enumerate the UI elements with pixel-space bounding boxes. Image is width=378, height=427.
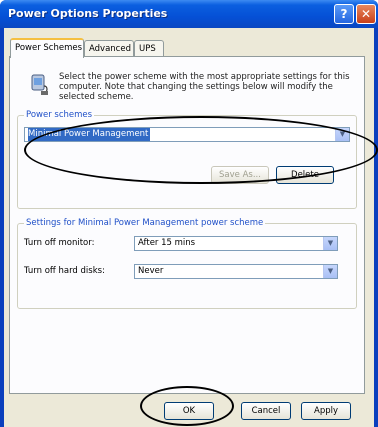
power-schemes-label: Power schemes: [24, 110, 95, 120]
apply-button[interactable]: Apply: [301, 402, 351, 420]
power-schemes-group: Power schemes Minimal Power Management ▼…: [17, 110, 357, 209]
window-title: Power Options Properties: [8, 7, 168, 20]
turn-off-hard-disks-select[interactable]: Never ▼: [134, 264, 338, 279]
cancel-button[interactable]: Cancel: [241, 402, 291, 420]
chevron-down-icon[interactable]: ▼: [335, 128, 349, 141]
settings-group-label: Settings for Minimal Power Management po…: [24, 218, 266, 228]
dialog-body: Power Schemes Advanced UPS Select the po…: [4, 28, 374, 427]
turn-off-hard-disks-label: Turn off hard disks:: [24, 266, 105, 276]
chevron-down-icon[interactable]: ▼: [323, 237, 337, 250]
turn-off-monitor-value: After 15 mins: [138, 238, 196, 248]
ok-button[interactable]: OK: [164, 402, 214, 420]
settings-group: Settings for Minimal Power Management po…: [17, 218, 357, 309]
help-button[interactable]: ?: [334, 4, 354, 24]
chevron-down-icon[interactable]: ▼: [323, 265, 337, 278]
close-button[interactable]: ✕: [356, 4, 376, 24]
turn-off-monitor-label: Turn off monitor:: [24, 238, 95, 248]
save-as-button[interactable]: Save As...: [211, 166, 269, 184]
delete-button[interactable]: Delete: [276, 166, 334, 184]
tab-panel-power-schemes: Select the power scheme with the most ap…: [9, 56, 365, 394]
turn-off-monitor-select[interactable]: After 15 mins ▼: [134, 236, 338, 251]
power-scheme-select[interactable]: Minimal Power Management ▼: [24, 127, 350, 142]
turn-off-hard-disks-value: Never: [138, 266, 164, 276]
power-plug-icon: [31, 74, 48, 95]
power-options-window: Power Options Properties ? ✕ Power Schem…: [0, 0, 378, 427]
intro-text: Select the power scheme with the most ap…: [59, 72, 350, 102]
power-scheme-value: Minimal Power Management: [28, 128, 151, 141]
title-bar[interactable]: Power Options Properties ? ✕: [0, 0, 378, 28]
tab-power-schemes[interactable]: Power Schemes: [10, 38, 84, 58]
